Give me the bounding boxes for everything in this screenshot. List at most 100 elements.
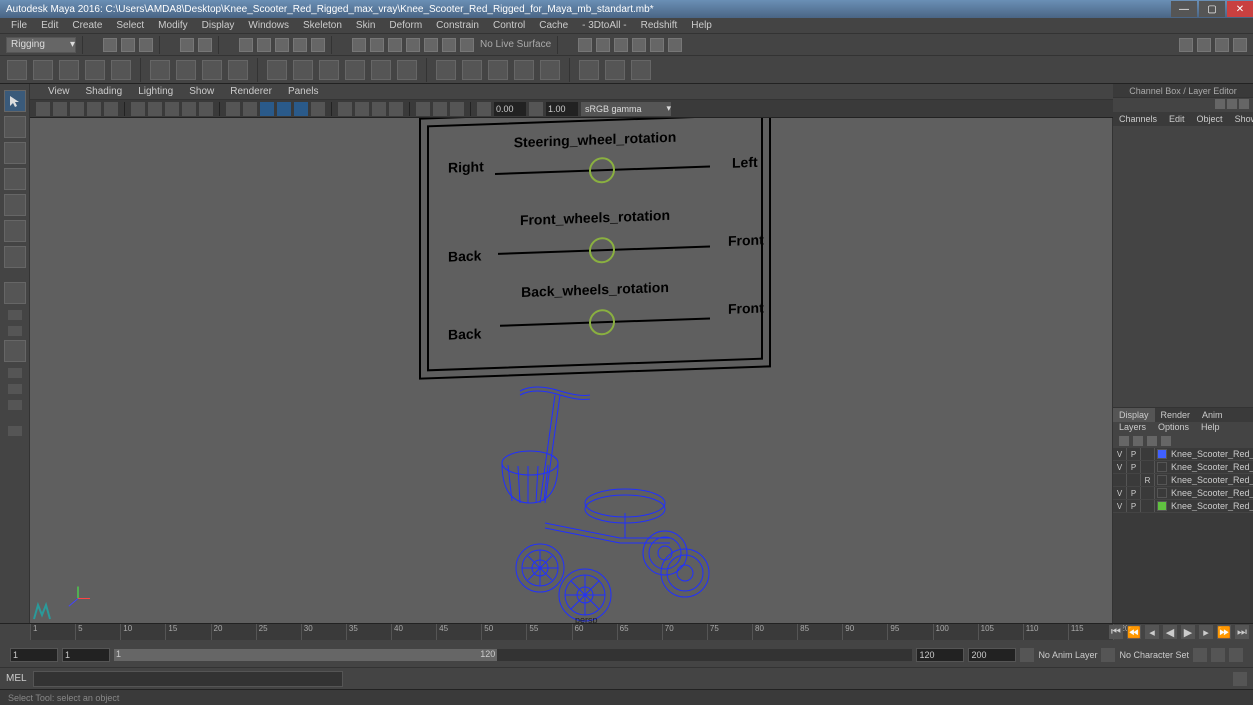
snap-icon[interactable] — [460, 38, 474, 52]
shelf-icon[interactable] — [462, 60, 482, 80]
layer-color-swatch[interactable] — [1157, 501, 1167, 511]
layout-4x[interactable] — [4, 340, 26, 362]
redo-icon[interactable] — [198, 38, 212, 52]
vp-tool-icon[interactable] — [199, 102, 213, 116]
prev-key-icon[interactable]: ◂ — [1145, 625, 1159, 639]
vp-tool-icon[interactable] — [372, 102, 386, 116]
layer-tool-icon[interactable] — [1119, 436, 1129, 446]
snap-icon[interactable] — [388, 38, 402, 52]
panel-toggle-icon[interactable] — [1233, 38, 1247, 52]
vp-tool-icon[interactable] — [355, 102, 369, 116]
step-fwd-icon[interactable]: ⏩ — [1217, 625, 1231, 639]
menu-skeleton[interactable]: Skeleton — [296, 20, 349, 31]
layer-tool-icon[interactable] — [1133, 436, 1143, 446]
gamma-input[interactable] — [546, 102, 578, 116]
anim-layer-label[interactable]: No Anim Layer — [1038, 650, 1097, 660]
layer-play[interactable]: P — [1127, 487, 1141, 499]
open-scene-icon[interactable] — [121, 38, 135, 52]
vp-tool-icon[interactable] — [450, 102, 464, 116]
layout-option[interactable] — [8, 384, 22, 394]
layer-ref[interactable] — [1141, 448, 1155, 460]
vp-tool-icon[interactable] — [294, 102, 308, 116]
time-slider[interactable]: 1510152025303540455055606570758085909510… — [30, 624, 1113, 640]
shelf-icon[interactable] — [202, 60, 222, 80]
layer-play[interactable] — [1127, 474, 1141, 486]
shelf-icon[interactable] — [228, 60, 248, 80]
vp-tool-icon[interactable] — [311, 102, 325, 116]
go-start-icon[interactable]: ⏮ — [1109, 625, 1123, 639]
maximize-button[interactable]: ▢ — [1199, 1, 1225, 17]
layer-color-swatch[interactable] — [1157, 488, 1167, 498]
range-slider[interactable]: 1 120 — [114, 649, 912, 661]
auto-key-icon[interactable] — [1193, 648, 1207, 662]
tab-channels[interactable]: Channels — [1113, 112, 1163, 126]
menu-control[interactable]: Control — [486, 20, 532, 31]
menu-create[interactable]: Create — [65, 20, 109, 31]
layer-row[interactable]: V P Knee_Scooter_Red_Rig — [1113, 500, 1253, 513]
render-icon[interactable] — [668, 38, 682, 52]
vp-menu-lighting[interactable]: Lighting — [130, 86, 181, 97]
menu-select[interactable]: Select — [109, 20, 151, 31]
tab-edit[interactable]: Edit — [1163, 112, 1191, 126]
save-scene-icon[interactable] — [139, 38, 153, 52]
range-end-outer[interactable] — [968, 648, 1016, 662]
vp-tool-icon[interactable] — [338, 102, 352, 116]
menu-deform[interactable]: Deform — [382, 20, 429, 31]
render-icon[interactable] — [578, 38, 592, 52]
render-icon[interactable] — [632, 38, 646, 52]
snap-icon[interactable] — [424, 38, 438, 52]
cmd-lang-label[interactable]: MEL — [6, 673, 27, 684]
select-tool[interactable] — [4, 90, 26, 112]
vp-tool-icon[interactable] — [104, 102, 118, 116]
layer-row[interactable]: R Knee_Scooter_Red_Rig — [1113, 474, 1253, 487]
vp-tool-icon[interactable] — [53, 102, 67, 116]
vp-menu-view[interactable]: View — [40, 86, 78, 97]
menu-skin[interactable]: Skin — [349, 20, 382, 31]
shelf-icon[interactable] — [293, 60, 313, 80]
menu-redshift[interactable]: Redshift — [634, 20, 685, 31]
vp-tool-icon[interactable] — [389, 102, 403, 116]
vp-menu-renderer[interactable]: Renderer — [222, 86, 280, 97]
layer-ref[interactable] — [1141, 487, 1155, 499]
shelf-icon[interactable] — [85, 60, 105, 80]
layout-option[interactable] — [8, 368, 22, 378]
shelf-icon[interactable] — [345, 60, 365, 80]
layout-2x[interactable] — [8, 326, 22, 336]
close-icon[interactable] — [1239, 99, 1249, 109]
minimize-button[interactable]: — — [1171, 1, 1197, 17]
workspace-mode-dropdown[interactable]: Rigging ▾ — [6, 37, 76, 53]
tab-show[interactable]: Show — [1229, 112, 1253, 126]
go-end-icon[interactable]: ⏭ — [1235, 625, 1249, 639]
panel-toggle-icon[interactable] — [1197, 38, 1211, 52]
layer-row[interactable]: V P Knee_Scooter_Red_Rig — [1113, 448, 1253, 461]
tab-display[interactable]: Display — [1113, 408, 1155, 422]
undo-icon[interactable] — [180, 38, 194, 52]
rotate-tool[interactable] — [4, 194, 26, 216]
vp-tool-icon[interactable] — [70, 102, 84, 116]
shelf-icon[interactable] — [59, 60, 79, 80]
shelf-icon[interactable] — [397, 60, 417, 80]
shelf-icon[interactable] — [540, 60, 560, 80]
set-key-icon[interactable] — [1211, 648, 1225, 662]
vp-tool-icon[interactable] — [226, 102, 240, 116]
layer-menu-layers[interactable]: Layers — [1119, 422, 1146, 434]
select-mode-icon[interactable] — [257, 38, 271, 52]
collapse-icon[interactable] — [8, 426, 22, 436]
render-icon[interactable] — [614, 38, 628, 52]
panel-toggle-icon[interactable] — [1179, 38, 1193, 52]
layer-menu-help[interactable]: Help — [1201, 422, 1220, 434]
move-tool[interactable] — [4, 168, 26, 190]
char-set-icon[interactable] — [1101, 648, 1115, 662]
render-icon[interactable] — [650, 38, 664, 52]
play-back-icon[interactable]: ◀ — [1163, 625, 1177, 639]
shelf-icon[interactable] — [514, 60, 534, 80]
layer-vis[interactable] — [1113, 474, 1127, 486]
vp-tool-icon[interactable] — [433, 102, 447, 116]
snap-icon[interactable] — [370, 38, 384, 52]
script-editor-icon[interactable] — [1233, 672, 1247, 686]
play-icon[interactable]: ▶ — [1181, 625, 1195, 639]
next-key-icon[interactable]: ▸ — [1199, 625, 1213, 639]
vp-tool-icon[interactable] — [148, 102, 162, 116]
menu-windows[interactable]: Windows — [241, 20, 296, 31]
exposure-input[interactable] — [494, 102, 526, 116]
